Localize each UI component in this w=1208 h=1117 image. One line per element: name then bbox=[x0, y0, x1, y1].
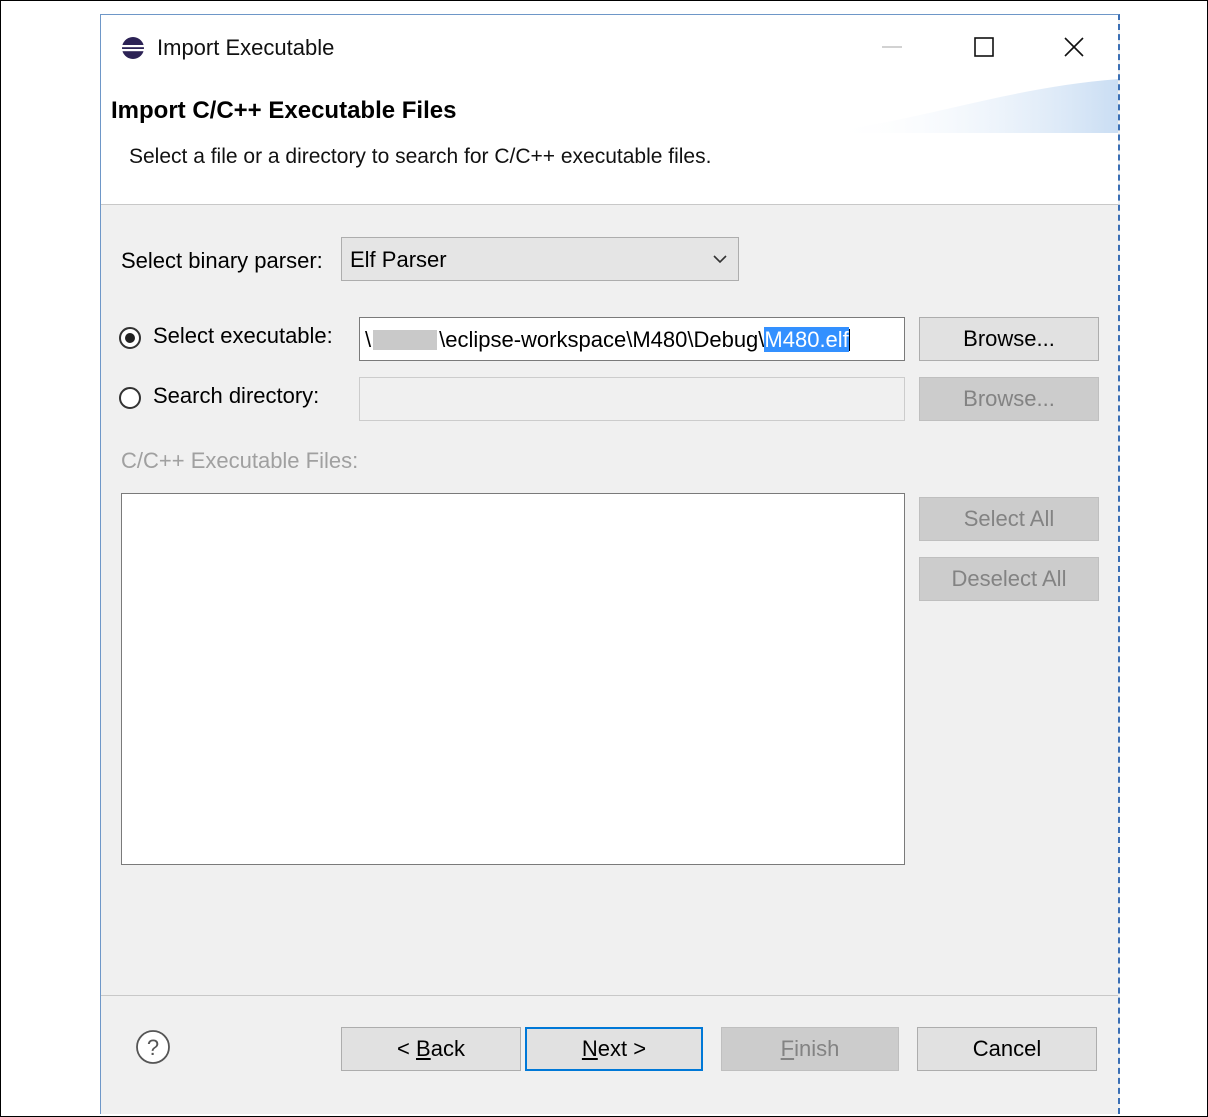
select-executable-radio[interactable] bbox=[119, 327, 141, 349]
maximize-button[interactable] bbox=[961, 25, 1007, 69]
next-button[interactable]: Next > bbox=[525, 1027, 703, 1071]
binary-parser-dropdown[interactable]: Elf Parser bbox=[341, 237, 739, 281]
close-icon bbox=[1064, 37, 1084, 57]
binary-parser-label: Select binary parser: bbox=[121, 248, 323, 273]
chevron-down-icon bbox=[713, 255, 727, 264]
wizard-header: Import C/C++ Executable Files Select a f… bbox=[101, 77, 1118, 205]
window-title: Import Executable bbox=[157, 35, 335, 60]
back-button-label: < Back bbox=[397, 1036, 465, 1061]
wizard-page-title: Import C/C++ Executable Files bbox=[111, 97, 457, 124]
cancel-button-label: Cancel bbox=[972, 1036, 1042, 1061]
cancel-button[interactable]: Cancel bbox=[917, 1027, 1097, 1071]
back-button[interactable]: < Back bbox=[341, 1027, 521, 1071]
finish-button-label: Finish bbox=[780, 1036, 840, 1061]
import-executable-dialog: Import Executable Import C/C++ Executabl… bbox=[100, 14, 1120, 1114]
executable-files-label: C/C++ Executable Files: bbox=[121, 448, 359, 473]
eclipse-icon bbox=[122, 37, 144, 59]
help-icon[interactable]: ? bbox=[135, 1029, 171, 1065]
deselect-all-button[interactable]: Deselect All bbox=[919, 557, 1099, 601]
svg-text:?: ? bbox=[147, 1035, 159, 1060]
footer-separator bbox=[101, 995, 1118, 996]
title-bar: Import Executable bbox=[101, 15, 1118, 77]
wizard-page-description: Select a file or a directory to search f… bbox=[129, 145, 712, 168]
select-all-button[interactable]: Select All bbox=[919, 497, 1099, 541]
next-button-label: Next > bbox=[581, 1036, 647, 1061]
redacted-path-segment bbox=[373, 330, 438, 350]
text-caret bbox=[848, 329, 850, 351]
binary-parser-value: Elf Parser bbox=[350, 247, 447, 272]
minimize-button[interactable] bbox=[869, 25, 915, 69]
minimize-icon bbox=[882, 46, 902, 48]
executable-path-input[interactable]: \ \eclipse-workspace\M480\Debug\M480.elf bbox=[359, 317, 905, 361]
browse-executable-button[interactable]: Browse... bbox=[919, 317, 1099, 361]
maximize-icon bbox=[974, 37, 994, 57]
selected-filename: M480.elf bbox=[764, 327, 849, 352]
executable-path-text: \ \eclipse-workspace\M480\Debug\M480.elf bbox=[365, 327, 850, 352]
finish-button[interactable]: Finish bbox=[721, 1027, 899, 1071]
header-banner-graphic bbox=[830, 79, 1118, 133]
close-button[interactable] bbox=[1051, 25, 1097, 69]
search-directory-label: Search directory: bbox=[153, 383, 320, 408]
search-directory-input[interactable] bbox=[359, 377, 905, 421]
select-executable-label: Select executable: bbox=[153, 323, 333, 348]
search-directory-radio[interactable] bbox=[119, 387, 141, 409]
executable-files-list[interactable] bbox=[121, 493, 905, 865]
browse-directory-button[interactable]: Browse... bbox=[919, 377, 1099, 421]
